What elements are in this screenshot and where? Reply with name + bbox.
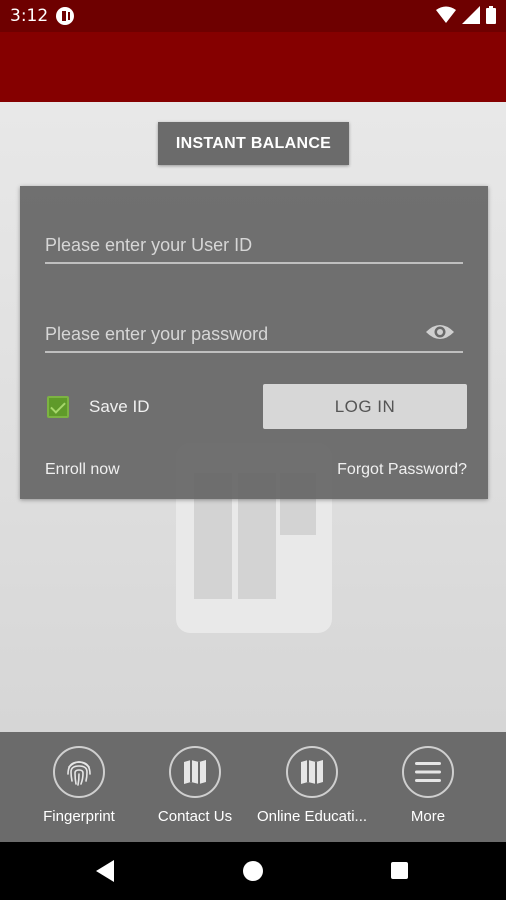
show-password-icon[interactable] — [425, 321, 455, 343]
userid-input[interactable] — [45, 224, 463, 262]
bottom-nav: Fingerprint Contact Us Online Educati... — [0, 732, 506, 842]
app-bar — [0, 32, 506, 102]
login-button[interactable]: LOG IN — [263, 384, 467, 429]
nav-item-online-education[interactable]: Online Educati... — [252, 746, 372, 825]
map-icon — [169, 746, 221, 798]
nav-item-fingerprint[interactable]: Fingerprint — [19, 746, 139, 825]
home-icon[interactable] — [243, 861, 263, 881]
save-id-checkbox[interactable] — [47, 396, 69, 418]
nav-item-more[interactable]: More — [368, 746, 488, 825]
map-icon — [286, 746, 338, 798]
nav-label-contact-us: Contact Us — [157, 808, 233, 825]
app-notification-icon — [56, 7, 74, 25]
nav-item-contact-us[interactable]: Contact Us — [135, 746, 255, 825]
password-input[interactable] — [45, 313, 463, 351]
password-field — [45, 313, 463, 353]
status-time: 3:12 — [10, 6, 49, 26]
status-bar: 3:12 — [0, 0, 506, 32]
wifi-icon — [436, 6, 456, 23]
enroll-now-link[interactable]: Enroll now — [45, 461, 120, 479]
main-content: INSTANT BALANCE Save ID LOG IN Enroll no… — [0, 102, 506, 732]
instant-balance-button[interactable]: INSTANT BALANCE — [158, 122, 349, 165]
menu-icon — [402, 746, 454, 798]
login-card: Save ID LOG IN Enroll now Forgot Passwor… — [20, 186, 488, 499]
status-icons — [436, 6, 496, 24]
save-id-toggle[interactable]: Save ID — [47, 396, 149, 418]
nav-label-fingerprint: Fingerprint — [43, 808, 115, 825]
nav-label-online-education: Online Educati... — [256, 808, 368, 825]
fingerprint-icon — [53, 746, 105, 798]
recents-icon[interactable] — [391, 862, 408, 879]
nav-label-more: More — [410, 808, 446, 825]
signal-icon — [462, 6, 480, 24]
forgot-password-link[interactable]: Forgot Password? — [337, 461, 467, 479]
system-nav-bar — [0, 842, 506, 900]
userid-field — [45, 224, 463, 264]
back-icon[interactable] — [96, 860, 114, 882]
save-id-label: Save ID — [89, 397, 150, 416]
battery-icon — [486, 6, 496, 24]
